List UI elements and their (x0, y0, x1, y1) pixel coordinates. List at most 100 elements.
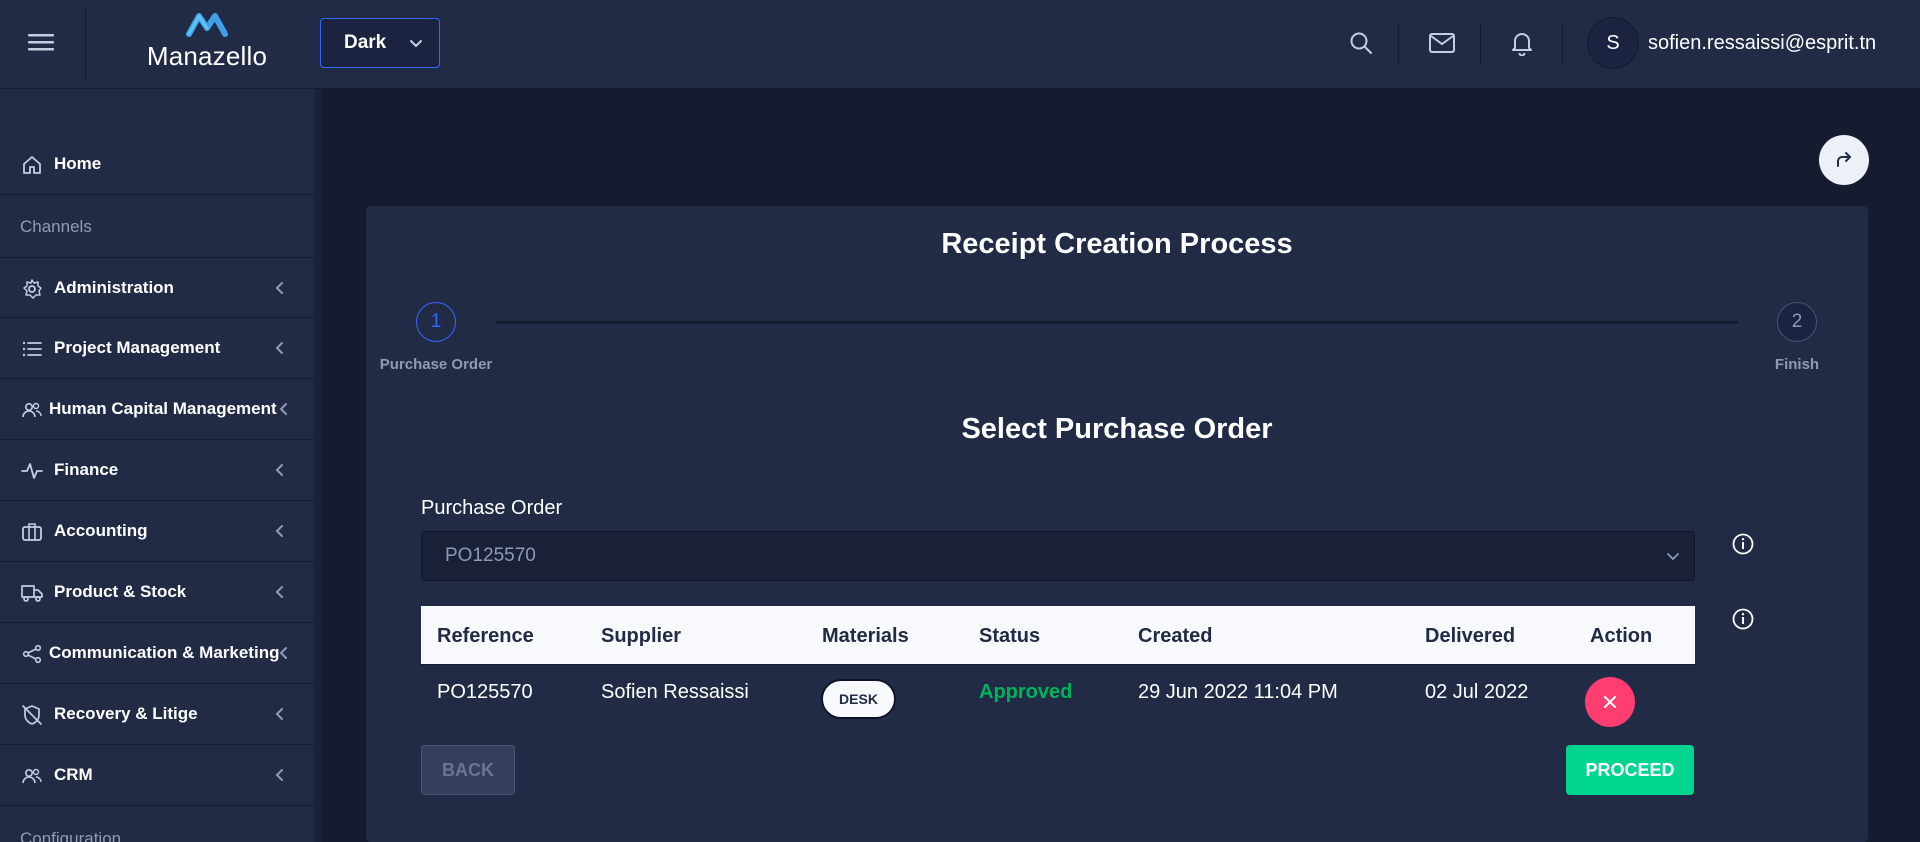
header-separator (1480, 23, 1481, 65)
step-2-indicator[interactable]: 2 (1777, 302, 1817, 342)
sidebar-item-human-capital-management[interactable]: Human Capital Management (0, 379, 314, 440)
remove-row-button[interactable] (1585, 677, 1635, 727)
people-icon (22, 768, 42, 784)
redo-button[interactable] (1819, 135, 1869, 185)
info-icon[interactable] (1731, 607, 1755, 631)
sidebar-item-label: Recovery & Litige (54, 704, 198, 723)
user-email[interactable]: sofien.ressaissi@esprit.tn (1648, 32, 1876, 55)
cell-supplier: Sofien Ressaissi (601, 681, 749, 703)
column-header[interactable]: Status (979, 625, 1040, 648)
header-separator (1562, 23, 1563, 65)
sidebar-group-configuration: Configuration (20, 829, 122, 842)
settings-icon (23, 279, 42, 299)
header-separator (1398, 23, 1399, 65)
close-icon (1604, 696, 1616, 708)
sidebar-group-channels: Channels (20, 217, 92, 236)
logo-mark-icon (186, 13, 228, 37)
step-1-label: Purchase Order (379, 356, 493, 373)
sidebar-item-label: Home (54, 154, 102, 173)
column-header: Action (1590, 625, 1653, 647)
purchase-order-table: Reference Supplier Materials Status Crea… (421, 606, 1695, 727)
chevron-left-icon (275, 586, 283, 598)
top-header: Manazello Dark S sofien.ressaissi@esprit… (0, 0, 1920, 89)
material-chip: DESK (821, 679, 896, 719)
purchase-order-label: Purchase Order (421, 497, 563, 519)
menu-toggle-button[interactable] (26, 30, 56, 54)
user-avatar[interactable]: S (1587, 17, 1639, 69)
sidebar-item-label: Accounting (54, 521, 148, 540)
cell-reference: PO125570 (437, 681, 533, 703)
truck-icon (21, 585, 43, 602)
sidebar-item-finance[interactable]: Finance (0, 440, 314, 501)
sidebar-item-communication-marketing[interactable]: Communication & Marketing (0, 623, 314, 684)
sidebar-item-product-stock[interactable]: Product & Stock (0, 562, 314, 623)
step-1-indicator[interactable]: 1 (416, 302, 456, 342)
bell-icon[interactable] (1509, 30, 1535, 56)
proceed-button[interactable]: PROCEED (1566, 745, 1694, 795)
share-icon (22, 644, 42, 664)
stepper-line (496, 321, 1738, 324)
hamburger-icon (28, 34, 54, 51)
sidebar-item-label: Project Management (54, 338, 221, 357)
status-badge: Approved (979, 681, 1073, 703)
logo-text: Manazello (146, 41, 268, 71)
chevron-left-icon (279, 647, 287, 659)
chevron-left-icon (275, 525, 283, 537)
cell-delivered: 02 Jul 2022 (1425, 681, 1529, 703)
theme-select-value: Dark (344, 32, 387, 53)
page-scrollbar[interactable] (1914, 90, 1920, 842)
info-icon[interactable] (1731, 532, 1755, 556)
column-header[interactable]: Materials (822, 625, 909, 648)
sidebar-item-recovery-litige[interactable]: Recovery & Litige (0, 684, 314, 745)
chevron-left-icon (275, 342, 283, 354)
list-icon (22, 341, 42, 357)
header-divider (85, 5, 86, 83)
people-icon (22, 402, 42, 418)
sidebar-item-label: Communication & Marketing (49, 643, 280, 662)
cell-created: 29 Jun 2022 11:04 PM (1138, 681, 1338, 703)
sidebar-item-label: Finance (54, 460, 119, 479)
step-number: 1 (430, 311, 442, 332)
chevron-down-icon (410, 40, 422, 48)
avatar-initial: S (1606, 31, 1620, 54)
sidebar-item-home[interactable]: Home (0, 134, 314, 195)
table-header: Reference Supplier Materials Status Crea… (421, 606, 1695, 665)
page-title: Receipt Creation Process (941, 228, 1293, 260)
back-button[interactable]: BACK (421, 745, 515, 795)
sidebar-item-crm[interactable]: CRM (0, 745, 314, 806)
table-row[interactable]: PO125570 Sofien Ressaissi DESK Approved … (421, 665, 1695, 727)
sidebar-item-label: Product & Stock (54, 582, 187, 601)
mail-icon[interactable] (1428, 30, 1456, 56)
sidebar-item-label: Human Capital Management (49, 399, 277, 418)
app-logo[interactable]: Manazello (137, 10, 277, 76)
chevron-left-icon (275, 464, 283, 476)
chevron-left-icon (279, 403, 287, 415)
sidebar-item-label: Administration (54, 277, 174, 297)
chevron-down-icon (1667, 553, 1679, 561)
sidebar-item-administration[interactable]: Administration (0, 257, 314, 318)
briefcase-icon (22, 523, 42, 541)
sidebar-item-project-management[interactable]: Project Management (0, 318, 314, 379)
purchase-order-select[interactable]: PO125570 (421, 531, 1695, 581)
section-title: Select Purchase Order (961, 413, 1273, 445)
chevron-left-icon (275, 708, 283, 720)
step-number: 2 (1791, 311, 1803, 332)
search-icon[interactable] (1348, 30, 1374, 56)
chevron-left-icon (275, 282, 283, 294)
sidebar-item-label: CRM (54, 765, 93, 784)
column-header[interactable]: Reference (437, 625, 534, 648)
column-header[interactable]: Created (1138, 625, 1212, 648)
receipt-process-card: Receipt Creation Process 1 Purchase Orde… (366, 206, 1868, 842)
sidebar-item-accounting[interactable]: Accounting (0, 501, 314, 562)
column-header[interactable]: Supplier (601, 625, 681, 648)
redo-arrow-icon (1837, 152, 1851, 167)
sidebar-scrollbar[interactable] (314, 89, 321, 842)
sidebar: Home Channels Administration Project Man… (0, 89, 314, 842)
step-2-label: Finish (1774, 356, 1820, 373)
theme-select[interactable]: Dark (320, 18, 440, 68)
purchase-order-select-value: PO125570 (445, 545, 536, 566)
activity-icon (21, 463, 43, 479)
chevron-left-icon (275, 769, 283, 781)
column-header[interactable]: Delivered (1425, 625, 1515, 648)
shield-off-icon (22, 705, 42, 725)
